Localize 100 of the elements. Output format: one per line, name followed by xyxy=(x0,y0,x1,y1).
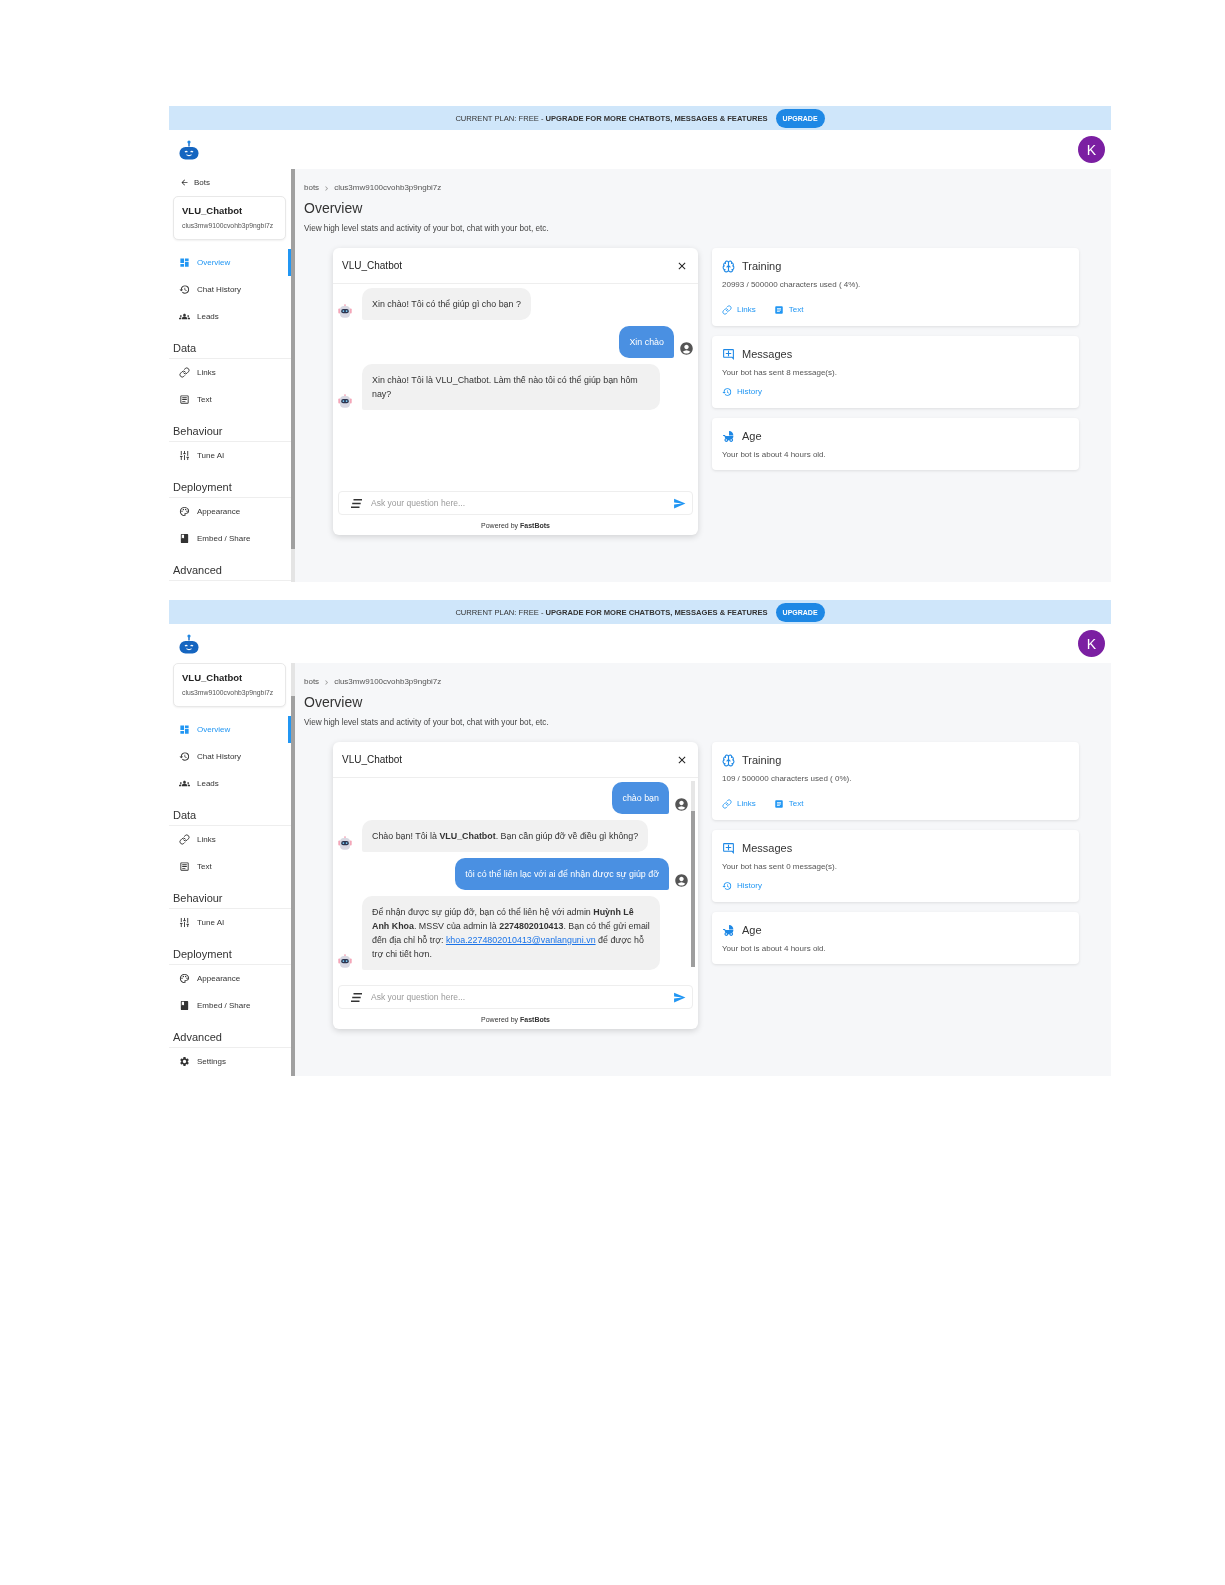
question-input[interactable]: Ask your question here... xyxy=(371,496,664,510)
robot-avatar-icon xyxy=(338,304,352,318)
email-link[interactable]: khoa.2274802010413@vanlanguni.vn xyxy=(445,935,596,945)
users-icon xyxy=(179,778,190,789)
card-text: Your bot has sent 0 message(s). xyxy=(722,861,837,873)
nav-item[interactable]: Appearance xyxy=(169,965,291,992)
nav-item[interactable]: Links xyxy=(169,359,291,386)
book-icon xyxy=(179,1000,190,1011)
history-icon xyxy=(722,881,732,891)
nav-item[interactable]: Chat History xyxy=(169,276,291,303)
link-icon xyxy=(179,367,190,378)
robot-logo[interactable] xyxy=(179,139,199,160)
page-title: Overview xyxy=(304,693,363,712)
card-title: Messages xyxy=(742,348,793,360)
lines-icon xyxy=(351,498,362,508)
nav-item[interactable]: Leads xyxy=(169,770,291,797)
sliders-icon xyxy=(179,450,190,461)
back-arrow-icon xyxy=(180,177,189,187)
user-avatar-icon xyxy=(679,341,694,356)
question-field[interactable]: Ask your question here... xyxy=(338,491,693,515)
nav-item[interactable]: Leads xyxy=(169,303,291,330)
bot-name: VLU_Chatbot xyxy=(182,672,244,684)
comment-plus-icon xyxy=(722,347,735,361)
card-text: Your bot is about 4 hours old. xyxy=(722,943,826,955)
nav-item[interactable]: Tune AI xyxy=(169,442,291,469)
link-icon xyxy=(179,834,190,845)
document-icon xyxy=(773,305,784,315)
document-icon xyxy=(773,799,784,809)
question-input[interactable]: Ask your question here... xyxy=(371,990,664,1004)
robot-logo[interactable] xyxy=(179,633,199,654)
card-text: Your bot is about 4 hours old. xyxy=(722,449,826,461)
chat-title: VLU_Chatbot xyxy=(342,260,403,271)
history-icon xyxy=(722,387,732,397)
page-subtitle: View high level stats and activity of your bot, chat with your bot, etc. xyxy=(304,223,549,235)
link-icon xyxy=(722,305,732,315)
send-icon xyxy=(673,990,686,1004)
link-icon xyxy=(722,799,732,809)
nav-item[interactable]: Embed / Share xyxy=(169,525,291,552)
sliders-icon xyxy=(179,917,190,928)
palette-icon xyxy=(179,506,190,517)
bot-message: Xin chào! Tôi là VLU_Chatbot. Làm thế nào tôi có thể giúp bạn hôm nay? xyxy=(362,364,660,410)
nav-item[interactable]: Tune AI xyxy=(169,909,291,936)
account-avatar[interactable]: K xyxy=(1078,136,1105,163)
document-icon xyxy=(179,394,190,405)
stroller-icon xyxy=(722,429,735,443)
back-link[interactable]: Bots xyxy=(169,174,210,190)
card-text: 109 / 500000 characters used ( 0%). xyxy=(722,773,852,785)
card-title: Age xyxy=(742,924,762,936)
book-icon xyxy=(179,533,190,544)
send-icon xyxy=(673,496,686,510)
dashboard-icon xyxy=(179,257,190,268)
nav-item[interactable]: Embed / Share xyxy=(169,992,291,1019)
document-icon xyxy=(179,861,190,872)
user-avatar-icon xyxy=(674,873,689,888)
robot-avatar-icon xyxy=(338,836,352,850)
settings-icon xyxy=(179,1056,190,1067)
brain-icon xyxy=(722,259,735,273)
card-title: Training xyxy=(742,754,782,766)
scrollbar-thumb[interactable] xyxy=(691,810,695,967)
card-title: Messages xyxy=(742,842,793,854)
palette-icon xyxy=(179,973,190,984)
history-icon xyxy=(179,284,190,295)
question-field[interactable]: Ask your question here... xyxy=(338,985,693,1009)
card-text: 20993 / 500000 characters used ( 4%). xyxy=(722,279,861,291)
nav-item[interactable]: Links xyxy=(169,826,291,853)
nav-item[interactable]: Text xyxy=(169,386,291,413)
user-avatar-icon xyxy=(674,797,689,812)
robot-avatar-icon xyxy=(338,394,352,408)
bot-message: Xin chào! Tôi có thể giúp gì cho bạn ? xyxy=(362,288,531,320)
page-subtitle: View high level stats and activity of your bot, chat with your bot, etc. xyxy=(304,717,549,729)
user-message: chào bạn xyxy=(612,782,669,814)
user-message: tôi có thể liên lạc với ai để nhận được sự giúp đỡ xyxy=(455,858,669,890)
send-button[interactable] xyxy=(673,990,686,1004)
user-message: Xin chào xyxy=(619,326,674,358)
brain-icon xyxy=(722,753,735,767)
card-text: Your bot has sent 8 message(s). xyxy=(722,367,837,379)
send-button[interactable] xyxy=(673,496,686,510)
stroller-icon xyxy=(722,923,735,937)
robot-avatar-icon xyxy=(338,954,352,968)
card-title: Training xyxy=(742,260,782,272)
breadcrumb-link[interactable]: bots xyxy=(304,182,320,194)
nav-item[interactable]: Text xyxy=(169,853,291,880)
lines-icon xyxy=(351,992,362,1002)
comment-plus-icon xyxy=(722,841,735,855)
bot-message: Chào bạn! Tôi là VLU_Chatbot. Bạn cần giúp đỡ về điều gì không? xyxy=(362,820,649,852)
nav-item[interactable]: Appearance xyxy=(169,498,291,525)
breadcrumb-link[interactable]: bots xyxy=(304,676,320,688)
nav-item[interactable]: Chat History xyxy=(169,743,291,770)
nav-item[interactable]: Settings xyxy=(169,1048,291,1075)
page-title: Overview xyxy=(304,199,363,218)
card-title: Age xyxy=(742,430,762,442)
bot-message: Để nhận được sự giúp đỡ, bạn có thể liên hệ với admin Huỳnh Lê Anh Khoa. MSSV của admin là 2274802010413. Bạn có thể gửi email đến địa chỉ hỗ trợ: khoa.2274802010413@vanlanguni.vn để được hỗ trợ chi tiết hơn. xyxy=(362,896,660,970)
breadcrumb-current: clus3mw9100cvohb3p9ngbi7z xyxy=(334,182,442,194)
breadcrumb-current: clus3mw9100cvohb3p9ngbi7z xyxy=(334,676,442,688)
bot-name: VLU_Chatbot xyxy=(182,205,244,217)
history-icon xyxy=(179,751,190,762)
scrollbar-track[interactable] xyxy=(691,781,695,967)
account-avatar[interactable]: K xyxy=(1078,630,1105,657)
users-icon xyxy=(179,311,190,322)
dashboard-icon xyxy=(179,724,190,735)
